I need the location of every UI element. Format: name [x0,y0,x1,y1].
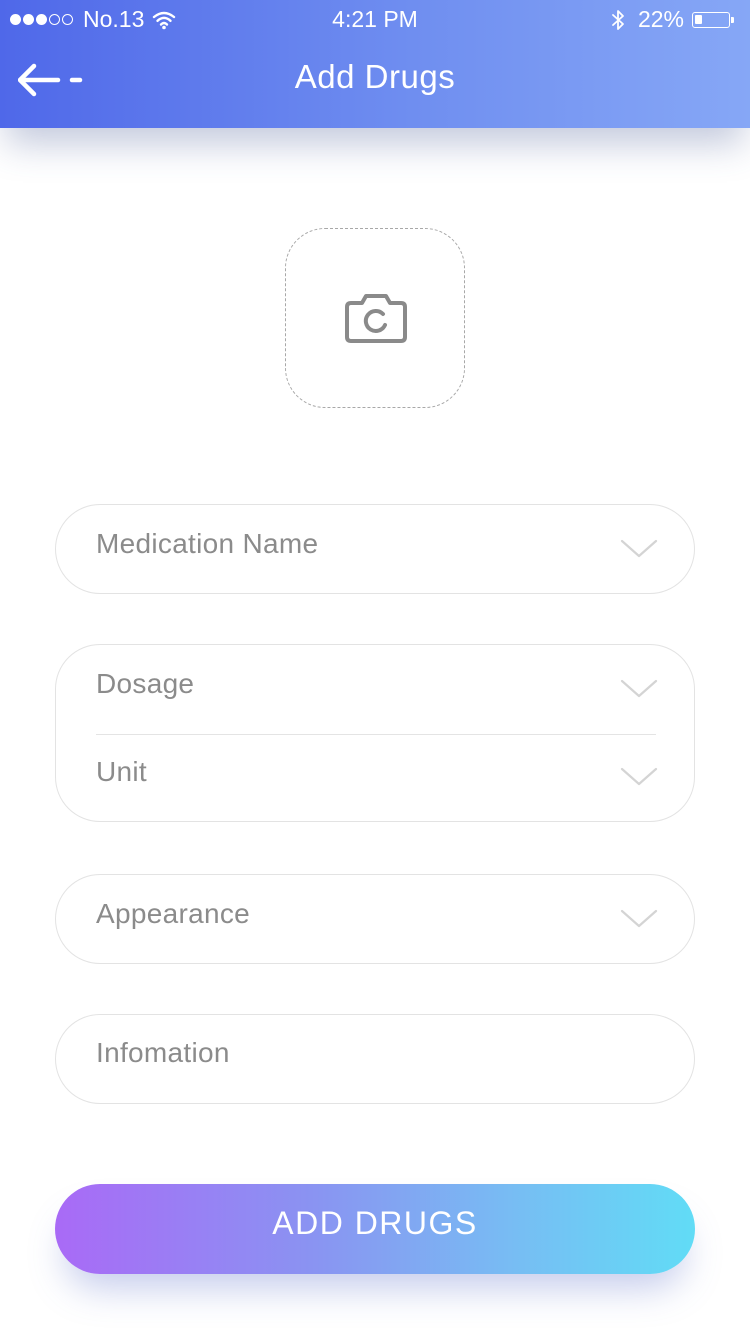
status-right: 22% [610,6,736,33]
chevron-down-icon [620,909,658,928]
chevron-down-icon [620,539,658,558]
information-input[interactable]: Infomation [56,1015,694,1103]
appearance-placeholder: Appearance [96,898,251,929]
status-bar: No.13 4:21 PM 22% [0,0,750,40]
unit-select[interactable]: Unit [56,733,694,821]
dosage-placeholder: Dosage [96,668,195,699]
dosage-unit-group: Dosage Unit [55,644,695,822]
battery-icon [692,10,736,30]
appearance-field: Appearance [55,874,695,964]
medication-name-select[interactable]: Medication Name [56,505,694,593]
page-title: Add Drugs [294,58,456,95]
add-drugs-button[interactable]: ADD DRUGS [55,1184,695,1274]
information-field: Infomation [55,1014,695,1104]
battery-fill [695,14,702,24]
battery-tip [731,16,734,23]
bluetooth-icon [612,9,624,30]
unit-placeholder: Unit [96,756,147,787]
battery-percent: 22% [637,6,684,32]
chevron-down-icon [620,767,658,786]
dosage-select[interactable]: Dosage [56,645,694,733]
medication-name-field: Medication Name [55,504,695,594]
information-placeholder: Infomation [96,1037,230,1068]
battery-body [692,11,730,28]
nav-bar: Add Drugs [0,40,750,128]
appearance-select[interactable]: Appearance [56,875,694,963]
chevron-down-icon [620,679,658,698]
photo-upload-button[interactable] [285,228,465,408]
header: No.13 4:21 PM 22% Add Drugs [0,0,750,128]
medication-name-placeholder: Medication Name [96,528,319,559]
camera-icon [345,294,407,343]
